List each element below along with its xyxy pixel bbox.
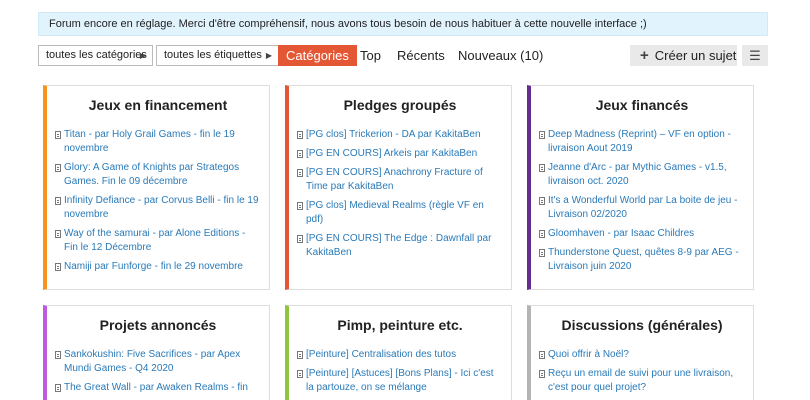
topic-link[interactable]: Way of the samurai - par Alone Editions … xyxy=(55,227,269,255)
tab-recent[interactable]: Récents xyxy=(397,45,445,66)
document-icon xyxy=(55,351,61,359)
category-title[interactable]: Projets annoncés xyxy=(47,317,269,333)
document-icon xyxy=(539,131,545,139)
topic-link[interactable]: Sankokushin: Five Sacrifices - par Apex … xyxy=(55,348,269,376)
tab-new[interactable]: Nouveaux (10) xyxy=(458,45,543,66)
document-icon xyxy=(539,351,545,359)
topic-link[interactable]: Glory: A Game of Knights par Strategos G… xyxy=(55,161,269,189)
tab-categories[interactable]: Catégories xyxy=(278,45,357,66)
category-card: Jeux en financement Titan - par Holy Gra… xyxy=(43,85,270,290)
topic-link[interactable]: [PG EN COURS] The Edge : Dawnfall par Ka… xyxy=(297,232,511,260)
create-topic-button[interactable]: + Créer un sujet xyxy=(630,45,737,66)
document-icon xyxy=(55,384,61,392)
tab-top[interactable]: Top xyxy=(360,45,381,66)
tags-dropdown[interactable]: toutes les étiquettes ▶ xyxy=(156,45,279,66)
document-icon xyxy=(539,370,545,378)
topic-link[interactable]: Gloomhaven - par Isaac Childres xyxy=(539,227,753,241)
caret-right-icon: ▶ xyxy=(265,51,272,60)
document-icon xyxy=(297,169,303,177)
navigation-bar: toutes les catégories ▶ toutes les étiqu… xyxy=(38,45,768,67)
topic-link[interactable]: Thunderstone Quest, quêtes 8-9 par AEG -… xyxy=(539,246,753,274)
tags-dropdown-label: toutes les étiquettes xyxy=(164,49,262,61)
categories-dropdown[interactable]: toutes les catégories ▶ xyxy=(38,45,153,66)
category-card: Jeux financés Deep Madness (Reprint) – V… xyxy=(527,85,754,290)
categories-dropdown-label: toutes les catégories xyxy=(46,49,147,61)
topic-link[interactable]: Namiji par Funforge - fin le 29 novembre xyxy=(55,260,269,274)
category-title[interactable]: Pimp, peinture etc. xyxy=(289,317,511,333)
document-icon xyxy=(297,150,303,158)
category-title[interactable]: Discussions (générales) xyxy=(531,317,753,333)
document-icon xyxy=(539,197,545,205)
document-icon xyxy=(55,263,61,271)
topic-link[interactable]: [Peinture] [Astuces] [Bons Plans] - Ici … xyxy=(297,367,511,395)
topic-link[interactable]: [PG clos] Medieval Realms (règle VF en p… xyxy=(297,199,511,227)
topic-link[interactable]: It's a Wonderful World par La boite de j… xyxy=(539,194,753,222)
announcement-banner: Forum encore en réglage. Merci d'être co… xyxy=(38,12,768,36)
document-icon xyxy=(539,230,545,238)
topic-link[interactable]: [PG EN COURS] Arkeis par KakitaBen xyxy=(297,147,511,161)
category-card: Pimp, peinture etc. [Peinture] Centralis… xyxy=(285,305,512,400)
document-icon xyxy=(55,230,61,238)
topic-link[interactable]: Deep Madness (Reprint) – VF en option - … xyxy=(539,128,753,156)
topic-link[interactable]: [Peinture] Centralisation des tutos xyxy=(297,348,511,362)
category-title[interactable]: Jeux financés xyxy=(531,97,753,113)
category-card: Projets annoncés Sankokushin: Five Sacri… xyxy=(43,305,270,400)
topic-link[interactable]: Infinity Defiance - par Corvus Belli - f… xyxy=(55,194,269,222)
document-icon xyxy=(297,202,303,210)
document-icon xyxy=(55,164,61,172)
topic-link[interactable]: The Great Wall - par Awaken Realms - fin xyxy=(55,381,269,395)
category-card: Discussions (générales) Quoi offrir à No… xyxy=(527,305,754,400)
topic-link[interactable]: [PG clos] Trickerion - DA par KakitaBen xyxy=(297,128,511,142)
category-card: Pledges groupés [PG clos] Trickerion - D… xyxy=(285,85,512,290)
document-icon xyxy=(297,131,303,139)
category-title[interactable]: Pledges groupés xyxy=(289,97,511,113)
create-topic-label: Créer un sujet xyxy=(654,48,737,63)
document-icon xyxy=(297,370,303,378)
caret-right-icon: ▶ xyxy=(139,51,146,60)
document-icon xyxy=(539,164,545,172)
document-icon xyxy=(55,197,61,205)
hamburger-icon[interactable]: ☰ xyxy=(742,45,768,66)
topic-link[interactable]: Quoi offrir à Noël? xyxy=(539,348,753,362)
topic-link[interactable]: Jeanne d'Arc - par Mythic Games - v1.5, … xyxy=(539,161,753,189)
topic-link[interactable]: Titan - par Holy Grail Games - fin le 19… xyxy=(55,128,269,156)
plus-icon: + xyxy=(640,47,649,64)
topic-link[interactable]: Reçu un email de suivi pour une livraiso… xyxy=(539,367,753,395)
document-icon xyxy=(297,351,303,359)
document-icon xyxy=(55,131,61,139)
document-icon xyxy=(539,249,545,257)
topic-link[interactable]: [PG EN COURS] Anachrony Fracture of Time… xyxy=(297,166,511,194)
document-icon xyxy=(297,235,303,243)
category-title[interactable]: Jeux en financement xyxy=(47,97,269,113)
